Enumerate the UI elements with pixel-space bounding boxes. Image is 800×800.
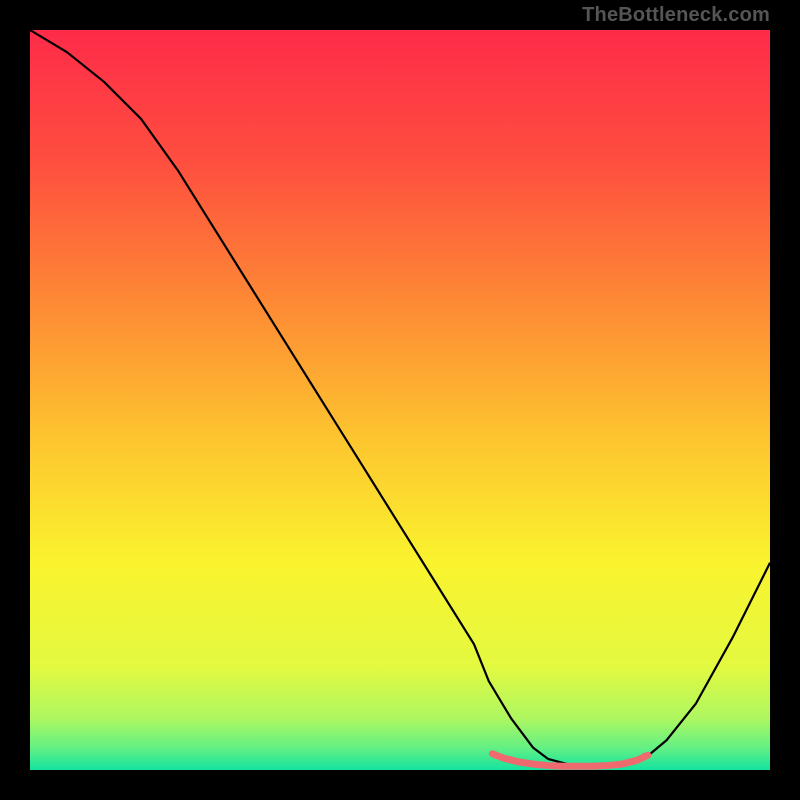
highlight-dot: [531, 762, 535, 766]
chart-container: TheBottleneck.com: [0, 0, 800, 800]
highlight-dot: [587, 764, 591, 768]
highlight-dot: [553, 763, 557, 767]
highlight-dot: [498, 756, 502, 760]
watermark-text: TheBottleneck.com: [582, 4, 770, 27]
chart-svg: [30, 30, 770, 770]
highlight-dot: [520, 760, 524, 764]
highlight-dot: [642, 753, 646, 757]
highlight-dot: [564, 764, 568, 768]
highlight-dot: [509, 756, 513, 760]
plot-area: [30, 30, 770, 770]
highlight-dot: [609, 763, 613, 767]
highlight-dot: [598, 764, 602, 768]
highlight-dot: [542, 763, 546, 767]
highlight-dot: [575, 764, 579, 768]
highlight-dot: [631, 758, 635, 762]
highlight-dot: [620, 762, 624, 766]
